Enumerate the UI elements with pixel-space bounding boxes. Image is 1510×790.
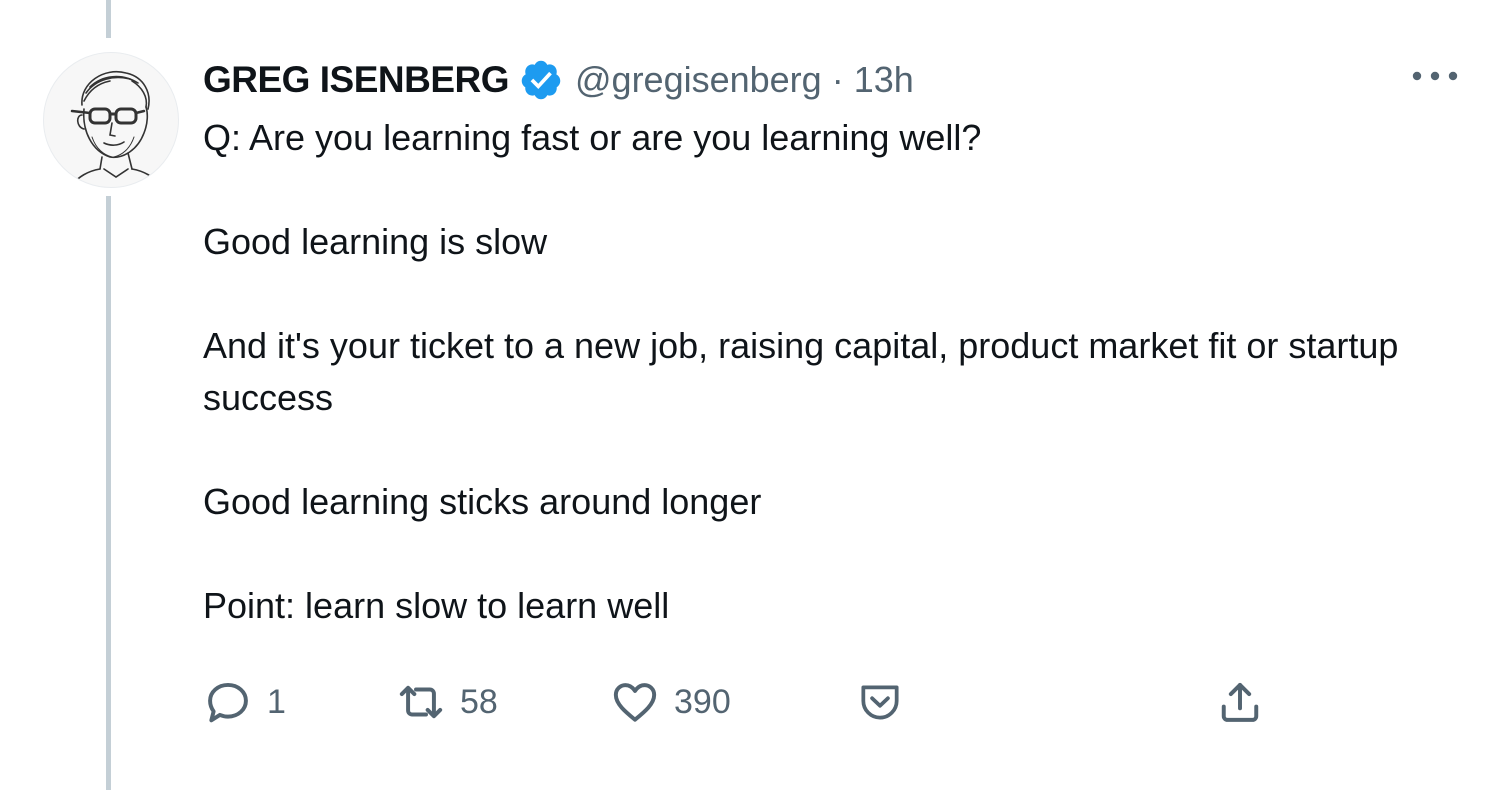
tweet-header: GREG ISENBERG @gregisenberg · 13h bbox=[203, 52, 914, 108]
reply-button[interactable]: 1 bbox=[203, 672, 286, 732]
tweet-paragraph: Good learning is slow bbox=[203, 221, 548, 262]
heart-icon bbox=[610, 677, 660, 727]
like-count: 390 bbox=[674, 682, 731, 721]
retweet-count: 58 bbox=[460, 682, 498, 721]
author-handle[interactable]: @gregisenberg bbox=[575, 59, 822, 101]
tweet-text: Q: Are you learning fast or are you lear… bbox=[203, 112, 1433, 632]
reply-count: 1 bbox=[267, 682, 286, 721]
thread-line-bottom bbox=[106, 196, 111, 790]
tweet-paragraph: Good learning sticks around longer bbox=[203, 481, 762, 522]
retweet-icon bbox=[396, 677, 446, 727]
reply-icon bbox=[203, 677, 253, 727]
share-button[interactable] bbox=[1215, 672, 1265, 732]
action-bar: 1 58 390 bbox=[203, 672, 1303, 732]
pocket-icon bbox=[855, 677, 905, 727]
like-button[interactable]: 390 bbox=[610, 672, 731, 732]
share-icon bbox=[1215, 677, 1265, 727]
separator-dot: · bbox=[831, 59, 844, 100]
tweet-paragraph: Q: Are you learning fast or are you lear… bbox=[203, 117, 982, 158]
more-options-icon[interactable] bbox=[1405, 58, 1465, 94]
author-name[interactable]: GREG ISENBERG bbox=[203, 59, 510, 101]
tweet-paragraph: And it's your ticket to a new job, raisi… bbox=[203, 325, 1399, 418]
avatar-sketch-icon bbox=[70, 70, 161, 186]
verified-badge-icon bbox=[519, 58, 563, 102]
tweet[interactable]: GREG ISENBERG @gregisenberg · 13h Q: Are… bbox=[0, 0, 1510, 790]
retweet-button[interactable]: 58 bbox=[396, 672, 498, 732]
avatar[interactable] bbox=[43, 52, 179, 188]
tweet-paragraph: Point: learn slow to learn well bbox=[203, 585, 670, 626]
pocket-button[interactable] bbox=[855, 672, 905, 732]
timestamp[interactable]: 13h bbox=[854, 59, 914, 101]
thread-line-top bbox=[106, 0, 111, 38]
